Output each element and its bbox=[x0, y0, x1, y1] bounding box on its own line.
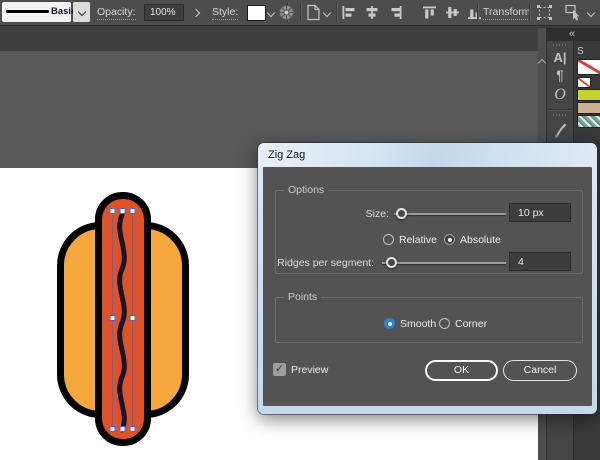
opentype-panel-icon[interactable]: O bbox=[547, 86, 573, 104]
opacity-options-button[interactable] bbox=[188, 4, 203, 21]
points-group-label: Points bbox=[284, 292, 322, 303]
zigzag-dialog: Zig Zag Options Size: Relative Absolute … bbox=[258, 143, 597, 414]
bounding-box-icon[interactable] bbox=[536, 4, 553, 21]
absolute-radio[interactable] bbox=[444, 234, 455, 245]
ok-button[interactable]: OK bbox=[425, 360, 498, 381]
toolbar-separator bbox=[336, 3, 338, 22]
document-area-top-strip bbox=[0, 26, 600, 51]
align-left-icon[interactable] bbox=[342, 6, 356, 19]
document-setup-icon[interactable] bbox=[306, 4, 321, 21]
size-label: Size: bbox=[365, 208, 389, 220]
size-slider-knob[interactable] bbox=[396, 208, 407, 219]
opacity-input[interactable] bbox=[144, 4, 184, 21]
corner-radio[interactable] bbox=[439, 318, 450, 329]
stroke-preview-line bbox=[6, 10, 49, 13]
recolor-artwork-icon[interactable] bbox=[278, 4, 295, 21]
options-group: Options Size: Relative Absolute Ridges p… bbox=[275, 185, 583, 274]
stroke-style-chevron-button[interactable] bbox=[73, 2, 90, 22]
align-bottom-icon[interactable] bbox=[468, 6, 482, 19]
align-center-vertical-icon[interactable] bbox=[446, 6, 460, 19]
brushes-panel-icon[interactable] bbox=[553, 122, 568, 138]
swatch-none-fill[interactable] bbox=[577, 59, 600, 75]
ridges-slider-knob[interactable] bbox=[386, 257, 397, 268]
style-swatch[interactable] bbox=[247, 5, 266, 21]
smooth-radio-label[interactable]: Smooth bbox=[400, 318, 436, 330]
chevron-down-icon bbox=[77, 7, 86, 17]
select-similar-icon[interactable] bbox=[565, 4, 583, 21]
preview-label[interactable]: Preview bbox=[291, 364, 328, 376]
relative-radio-label[interactable]: Relative bbox=[399, 234, 437, 246]
paragraph-panel-icon[interactable]: ¶ bbox=[547, 67, 573, 83]
size-slider-track[interactable] bbox=[394, 213, 506, 215]
collapse-panels-icon[interactable]: « bbox=[569, 28, 575, 40]
size-input[interactable] bbox=[509, 203, 571, 222]
control-bar: Basic Opacity: Style: bbox=[0, 0, 600, 26]
style-chevron-icon[interactable] bbox=[266, 8, 276, 18]
ridges-label: Ridges per segment: bbox=[277, 257, 374, 269]
relative-radio[interactable] bbox=[383, 234, 394, 245]
toolbar-separator bbox=[529, 3, 531, 22]
swatch-tan[interactable] bbox=[577, 102, 600, 114]
cancel-button[interactable]: Cancel bbox=[503, 360, 577, 381]
character-panel-icon[interactable]: A| bbox=[547, 50, 573, 65]
document-setup-chevron-icon[interactable] bbox=[322, 8, 332, 18]
preview-checkbox[interactable]: ✓ bbox=[273, 363, 286, 376]
absolute-radio-label[interactable]: Absolute bbox=[460, 234, 501, 246]
smooth-radio[interactable] bbox=[384, 318, 395, 329]
dialog-body: Options Size: Relative Absolute Ridges p… bbox=[263, 167, 592, 406]
toolbar-separator bbox=[477, 3, 479, 22]
dialog-title[interactable]: Zig Zag bbox=[258, 143, 597, 167]
swatch-green[interactable] bbox=[577, 89, 600, 101]
transform-label[interactable]: Transform bbox=[483, 7, 531, 20]
options-group-label: Options bbox=[284, 185, 329, 196]
select-similar-chevron-icon[interactable] bbox=[586, 8, 596, 18]
align-top-icon[interactable] bbox=[423, 6, 437, 19]
swatch-none-stroke[interactable] bbox=[577, 77, 591, 88]
swatch-pattern[interactable] bbox=[577, 115, 600, 128]
panel-grip[interactable] bbox=[553, 44, 567, 46]
corner-radio-label[interactable]: Corner bbox=[455, 318, 487, 330]
style-label[interactable]: Style: bbox=[212, 7, 239, 20]
align-center-horizontal-icon[interactable] bbox=[365, 6, 379, 19]
panel-tab-label[interactable]: S bbox=[577, 46, 584, 57]
align-right-icon[interactable] bbox=[388, 6, 402, 19]
illustrator-window: Basic Opacity: Style: bbox=[0, 0, 600, 460]
scrollbar-up-icon[interactable] bbox=[537, 58, 547, 68]
dock-header: « bbox=[547, 28, 600, 41]
stroke-style-dropdown[interactable]: Basic bbox=[2, 2, 76, 22]
opacity-label[interactable]: Opacity: bbox=[97, 7, 136, 20]
panel-divider bbox=[549, 109, 571, 111]
points-group: Points Smooth Corner bbox=[275, 292, 583, 343]
toolbar-separator bbox=[300, 3, 302, 22]
ridges-input[interactable] bbox=[509, 252, 571, 271]
chevron-right-icon bbox=[191, 8, 200, 17]
panel-grip[interactable] bbox=[553, 114, 567, 116]
ridges-slider-track[interactable] bbox=[382, 262, 506, 264]
